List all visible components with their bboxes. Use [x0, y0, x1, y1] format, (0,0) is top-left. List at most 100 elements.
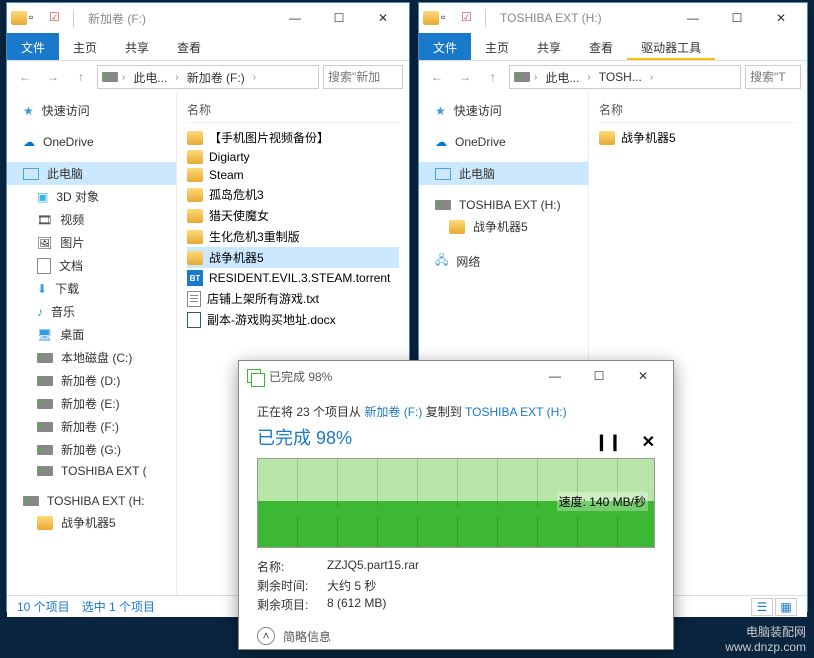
file-row[interactable]: 生化危机3重制版 — [187, 226, 399, 247]
info-key: 剩余项目: — [257, 596, 327, 613]
sidebar-item[interactable]: ★快速访问 — [419, 99, 588, 122]
file-row[interactable]: 战争机器5 — [599, 127, 797, 148]
source-link[interactable]: 新加卷 (F:) — [364, 405, 422, 419]
file-row[interactable]: Steam — [187, 166, 399, 184]
drive-icon — [37, 445, 53, 455]
view-icons-button[interactable]: ▦ — [775, 598, 797, 616]
drive-icon — [435, 200, 451, 210]
titlebar[interactable]: ▫ ☑ 新加卷 (F:) — ☐ ✕ — [7, 3, 409, 33]
pc-icon — [23, 168, 39, 180]
close-button[interactable]: ✕ — [361, 3, 405, 33]
sidebar-item[interactable]: 战争机器5 — [7, 511, 176, 534]
fewer-details-toggle[interactable]: ˄ 简略信息 — [257, 627, 655, 645]
sidebar-item[interactable]: 新加卷 (F:) — [7, 415, 176, 438]
sidebar-item-label: 图片 — [60, 234, 84, 251]
tab-view[interactable]: 查看 — [575, 33, 627, 60]
sidebar-item[interactable]: ★快速访问 — [7, 99, 176, 122]
sidebar-item-label: 3D 对象 — [56, 188, 99, 205]
qat-check-icon[interactable]: ☑ — [461, 10, 477, 26]
sidebar-item[interactable]: ⬇下载 — [7, 277, 176, 300]
file-row[interactable]: 猎天使魔女 — [187, 205, 399, 226]
sidebar-item[interactable]: TOSHIBA EXT (H:) — [419, 195, 588, 215]
folder-icon — [599, 131, 615, 145]
tab-share[interactable]: 共享 — [111, 33, 163, 60]
maximize-button[interactable]: ☐ — [577, 361, 621, 391]
dest-link[interactable]: TOSHIBA EXT (H:) — [465, 405, 567, 419]
tab-view[interactable]: 查看 — [163, 33, 215, 60]
chevron-right-icon: › — [122, 72, 125, 83]
up-button[interactable]: ↑ — [69, 65, 93, 89]
sidebar-item-label: TOSHIBA EXT (H: — [47, 494, 145, 508]
sidebar-item[interactable]: 🎞视频 — [7, 208, 176, 231]
qat-icon[interactable]: ▫ — [29, 10, 45, 26]
sidebar-item[interactable]: 新加卷 (D:) — [7, 369, 176, 392]
close-button[interactable]: ✕ — [759, 3, 803, 33]
tab-file[interactable]: 文件 — [419, 33, 471, 60]
search-input[interactable] — [323, 65, 403, 89]
search-input[interactable] — [745, 65, 801, 89]
tab-file[interactable]: 文件 — [7, 33, 59, 60]
sidebar-item[interactable]: ☁OneDrive — [7, 132, 176, 152]
sidebar-item[interactable]: ♪音乐 — [7, 300, 176, 323]
file-row[interactable]: BTRESIDENT.EVIL.3.STEAM.torrent — [187, 268, 399, 288]
forward-button[interactable]: → — [453, 65, 477, 89]
sidebar-item[interactable]: 新加卷 (E:) — [7, 392, 176, 415]
sidebar-item-label: 音乐 — [51, 303, 75, 320]
crumb[interactable]: 此电... — [541, 67, 583, 88]
forward-button[interactable]: → — [41, 65, 65, 89]
qat-check-icon[interactable]: ☑ — [49, 10, 65, 26]
view-details-button[interactable]: ☰ — [751, 598, 773, 616]
pc-icon — [435, 168, 451, 180]
sidebar-item[interactable]: 文档 — [7, 254, 176, 277]
tab-share[interactable]: 共享 — [523, 33, 575, 60]
crumb[interactable]: 此电... — [129, 67, 171, 88]
column-header-name[interactable]: 名称 — [187, 97, 399, 123]
minimize-button[interactable]: — — [273, 3, 317, 33]
sidebar-item[interactable]: 🖼图片 — [7, 231, 176, 254]
breadcrumb-box[interactable]: › 此电... › TOSH... › — [509, 65, 741, 89]
folder-icon — [187, 188, 203, 202]
minimize-button[interactable]: — — [533, 361, 577, 391]
tab-home[interactable]: 主页 — [471, 33, 523, 60]
file-name: 孤岛危机3 — [209, 186, 264, 203]
file-row[interactable]: Digiarty — [187, 148, 399, 166]
maximize-button[interactable]: ☐ — [715, 3, 759, 33]
back-button[interactable]: ← — [425, 65, 449, 89]
info-value: 8 (612 MB) — [327, 596, 386, 613]
qat-icon[interactable]: ▫ — [441, 10, 457, 26]
address-bar: ← → ↑ › 此电... › TOSH... › — [419, 61, 807, 93]
file-row[interactable]: 孤岛危机3 — [187, 184, 399, 205]
titlebar[interactable]: ▫ ☑ TOSHIBA EXT (H:) — ☐ ✕ — [419, 3, 807, 33]
sidebar-item[interactable]: 此电脑 — [419, 162, 588, 185]
tab-home[interactable]: 主页 — [59, 33, 111, 60]
minimize-button[interactable]: — — [671, 3, 715, 33]
maximize-button[interactable]: ☐ — [317, 3, 361, 33]
sidebar-item[interactable]: ☁OneDrive — [419, 132, 588, 152]
drive-icon — [102, 72, 118, 82]
cancel-button[interactable]: ✕ — [642, 432, 655, 452]
file-row[interactable]: 店铺上架所有游戏.txt — [187, 288, 399, 309]
file-row[interactable]: 【手机图片视频备份】 — [187, 127, 399, 148]
breadcrumb-box[interactable]: › 此电... › 新加卷 (F:) › — [97, 65, 319, 89]
tab-drive-tools[interactable]: 驱动器工具 — [627, 33, 715, 60]
up-button[interactable]: ↑ — [481, 65, 505, 89]
sidebar-item[interactable]: 战争机器5 — [419, 215, 588, 238]
sidebar-item[interactable]: TOSHIBA EXT (H: — [7, 491, 176, 511]
sidebar-item[interactable]: 新加卷 (G:) — [7, 438, 176, 461]
sidebar-item[interactable]: TOSHIBA EXT ( — [7, 461, 176, 481]
sidebar-item[interactable]: 🖧网络 — [419, 248, 588, 275]
crumb[interactable]: 新加卷 (F:) — [183, 67, 249, 88]
file-row[interactable]: 副本-游戏购买地址.docx — [187, 309, 399, 330]
pause-button[interactable]: ❙❙ — [595, 432, 622, 452]
close-button[interactable]: ✕ — [621, 361, 665, 391]
sidebar-item[interactable]: 本地磁盘 (C:) — [7, 346, 176, 369]
sidebar-item[interactable]: 此电脑 — [7, 162, 176, 185]
sidebar-item[interactable]: ▣3D 对象 — [7, 185, 176, 208]
crumb[interactable]: TOSH... — [595, 68, 646, 86]
drive-icon — [37, 353, 53, 363]
column-header-name[interactable]: 名称 — [599, 97, 797, 123]
back-button[interactable]: ← — [13, 65, 37, 89]
file-row[interactable]: 战争机器5 — [187, 247, 399, 268]
dialog-titlebar[interactable]: 已完成 98% — ☐ ✕ — [239, 361, 673, 391]
sidebar-item[interactable]: 🖥桌面 — [7, 323, 176, 346]
